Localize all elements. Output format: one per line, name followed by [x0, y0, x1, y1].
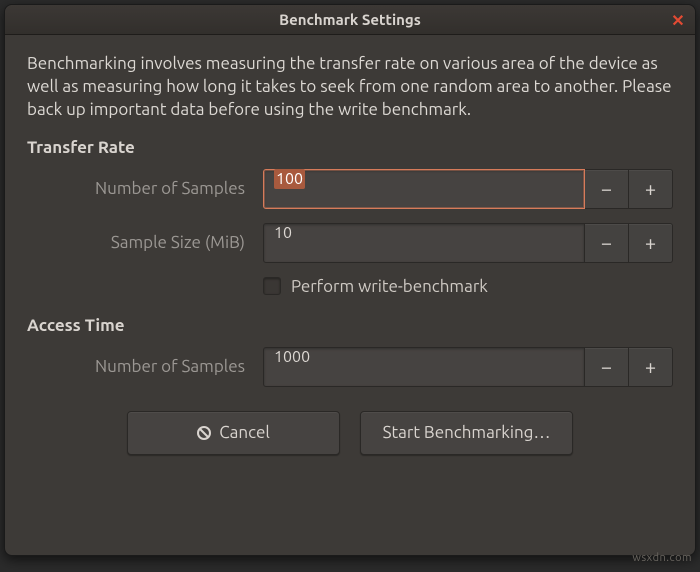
cancel-button[interactable]: Cancel [127, 411, 340, 455]
label-access-samples: Number of Samples [27, 357, 263, 376]
row-access-samples: Number of Samples 1000 − + [27, 347, 673, 387]
row-sample-size: Sample Size (MiB) 10 − + [27, 223, 673, 263]
label-write-benchmark: Perform write-benchmark [291, 277, 488, 296]
increment-button[interactable]: + [629, 347, 673, 387]
row-write-benchmark: Perform write-benchmark [263, 277, 673, 296]
row-transfer-samples: Number of Samples 100 − + [27, 169, 673, 209]
input-group-access-samples: 1000 − + [263, 347, 673, 387]
watermark-text: wsxdn.com [632, 552, 692, 564]
cancel-button-label: Cancel [219, 423, 270, 442]
dialog-content: Benchmarking involves measuring the tran… [5, 35, 695, 555]
input-transfer-samples[interactable]: 100 [263, 169, 585, 209]
input-group-transfer-samples: 100 − + [263, 169, 673, 209]
close-icon: ✕ [671, 11, 684, 30]
decrement-button[interactable]: − [585, 169, 629, 209]
input-sample-size[interactable]: 10 [263, 223, 585, 263]
description-text: Benchmarking involves measuring the tran… [27, 53, 673, 122]
titlebar: Benchmark Settings ✕ [5, 5, 695, 35]
increment-button[interactable]: + [629, 223, 673, 263]
increment-button[interactable]: + [629, 169, 673, 209]
dialog-button-row: Cancel Start Benchmarking… [27, 411, 673, 455]
input-access-samples[interactable]: 1000 [263, 347, 585, 387]
close-button[interactable]: ✕ [667, 9, 689, 31]
window-title: Benchmark Settings [5, 11, 695, 28]
cancel-icon [197, 426, 211, 440]
label-sample-size: Sample Size (MiB) [27, 233, 263, 252]
dialog-window: Benchmark Settings ✕ Benchmarking involv… [4, 4, 696, 556]
decrement-button[interactable]: − [585, 223, 629, 263]
start-button-label: Start Benchmarking… [383, 423, 551, 442]
section-transfer-rate-title: Transfer Rate [27, 138, 673, 157]
input-group-sample-size: 10 − + [263, 223, 673, 263]
label-transfer-samples: Number of Samples [27, 179, 263, 198]
decrement-button[interactable]: − [585, 347, 629, 387]
section-access-time-title: Access Time [27, 316, 673, 335]
start-benchmarking-button[interactable]: Start Benchmarking… [360, 411, 573, 455]
checkbox-write-benchmark[interactable] [263, 277, 281, 295]
